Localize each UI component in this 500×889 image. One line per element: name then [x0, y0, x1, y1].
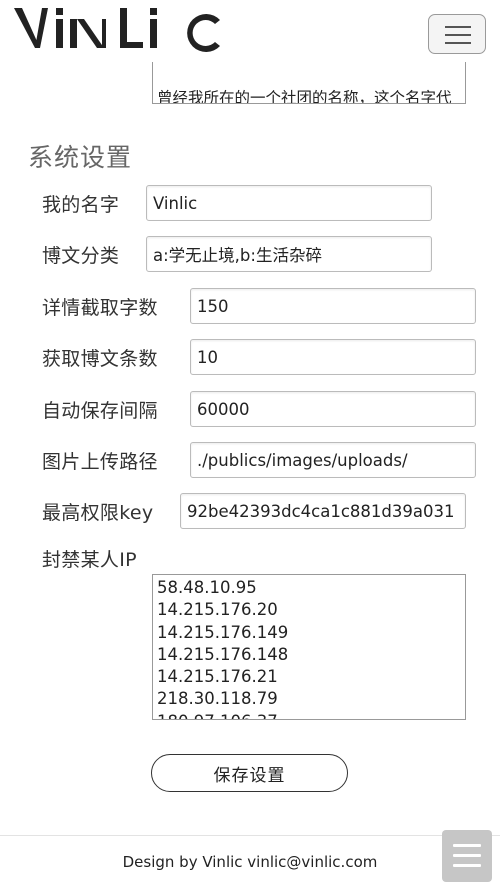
category-label: 博文分类: [42, 245, 120, 267]
floating-menu-button[interactable]: [442, 830, 492, 882]
category-input[interactable]: [146, 236, 432, 272]
ip-line: 14.215.176.20: [157, 600, 278, 620]
about-text: 曾经我所在的一个社团的名称，这个名字代表着这个曾经的集体也代: [157, 89, 452, 104]
autosave-interval-input[interactable]: [190, 391, 476, 427]
site-logo[interactable]: [12, 6, 224, 52]
excerpt-length-input[interactable]: [190, 288, 476, 324]
ip-line: 14.215.176.21: [157, 667, 278, 687]
ban-ip-label: 封禁某人IP: [42, 549, 137, 571]
upload-path-label: 图片上传路径: [42, 451, 158, 473]
ip-line: 180.97.106.37: [157, 711, 461, 719]
ip-line: 218.30.118.79: [157, 689, 278, 709]
name-label: 我的名字: [42, 194, 120, 216]
ip-line: 14.215.176.149: [157, 622, 289, 642]
ban-ip-textarea[interactable]: 58.48.10.95 14.215.176.20 14.215.176.149…: [152, 574, 466, 720]
admin-key-label: 最高权限key: [42, 502, 154, 524]
header: [0, 0, 500, 62]
name-input[interactable]: [146, 185, 432, 221]
excerpt-length-label: 详情截取字数: [42, 297, 158, 319]
nav-menu-button[interactable]: [428, 14, 486, 54]
fetch-count-input[interactable]: [190, 339, 476, 375]
section-title: 系统设置: [28, 143, 133, 172]
ip-line: 14.215.176.148: [157, 644, 289, 664]
footer-divider: [0, 835, 500, 836]
footer-credit: Design by Vinlic vinlic@vinlic.com: [122, 853, 378, 871]
autosave-interval-label: 自动保存间隔: [42, 400, 158, 422]
ip-line: 58.48.10.95: [157, 578, 257, 597]
save-settings-button[interactable]: 保存设置: [151, 754, 348, 792]
upload-path-input[interactable]: [190, 442, 476, 478]
admin-key-input[interactable]: [180, 493, 466, 529]
fetch-count-label: 获取博文条数: [42, 348, 158, 370]
